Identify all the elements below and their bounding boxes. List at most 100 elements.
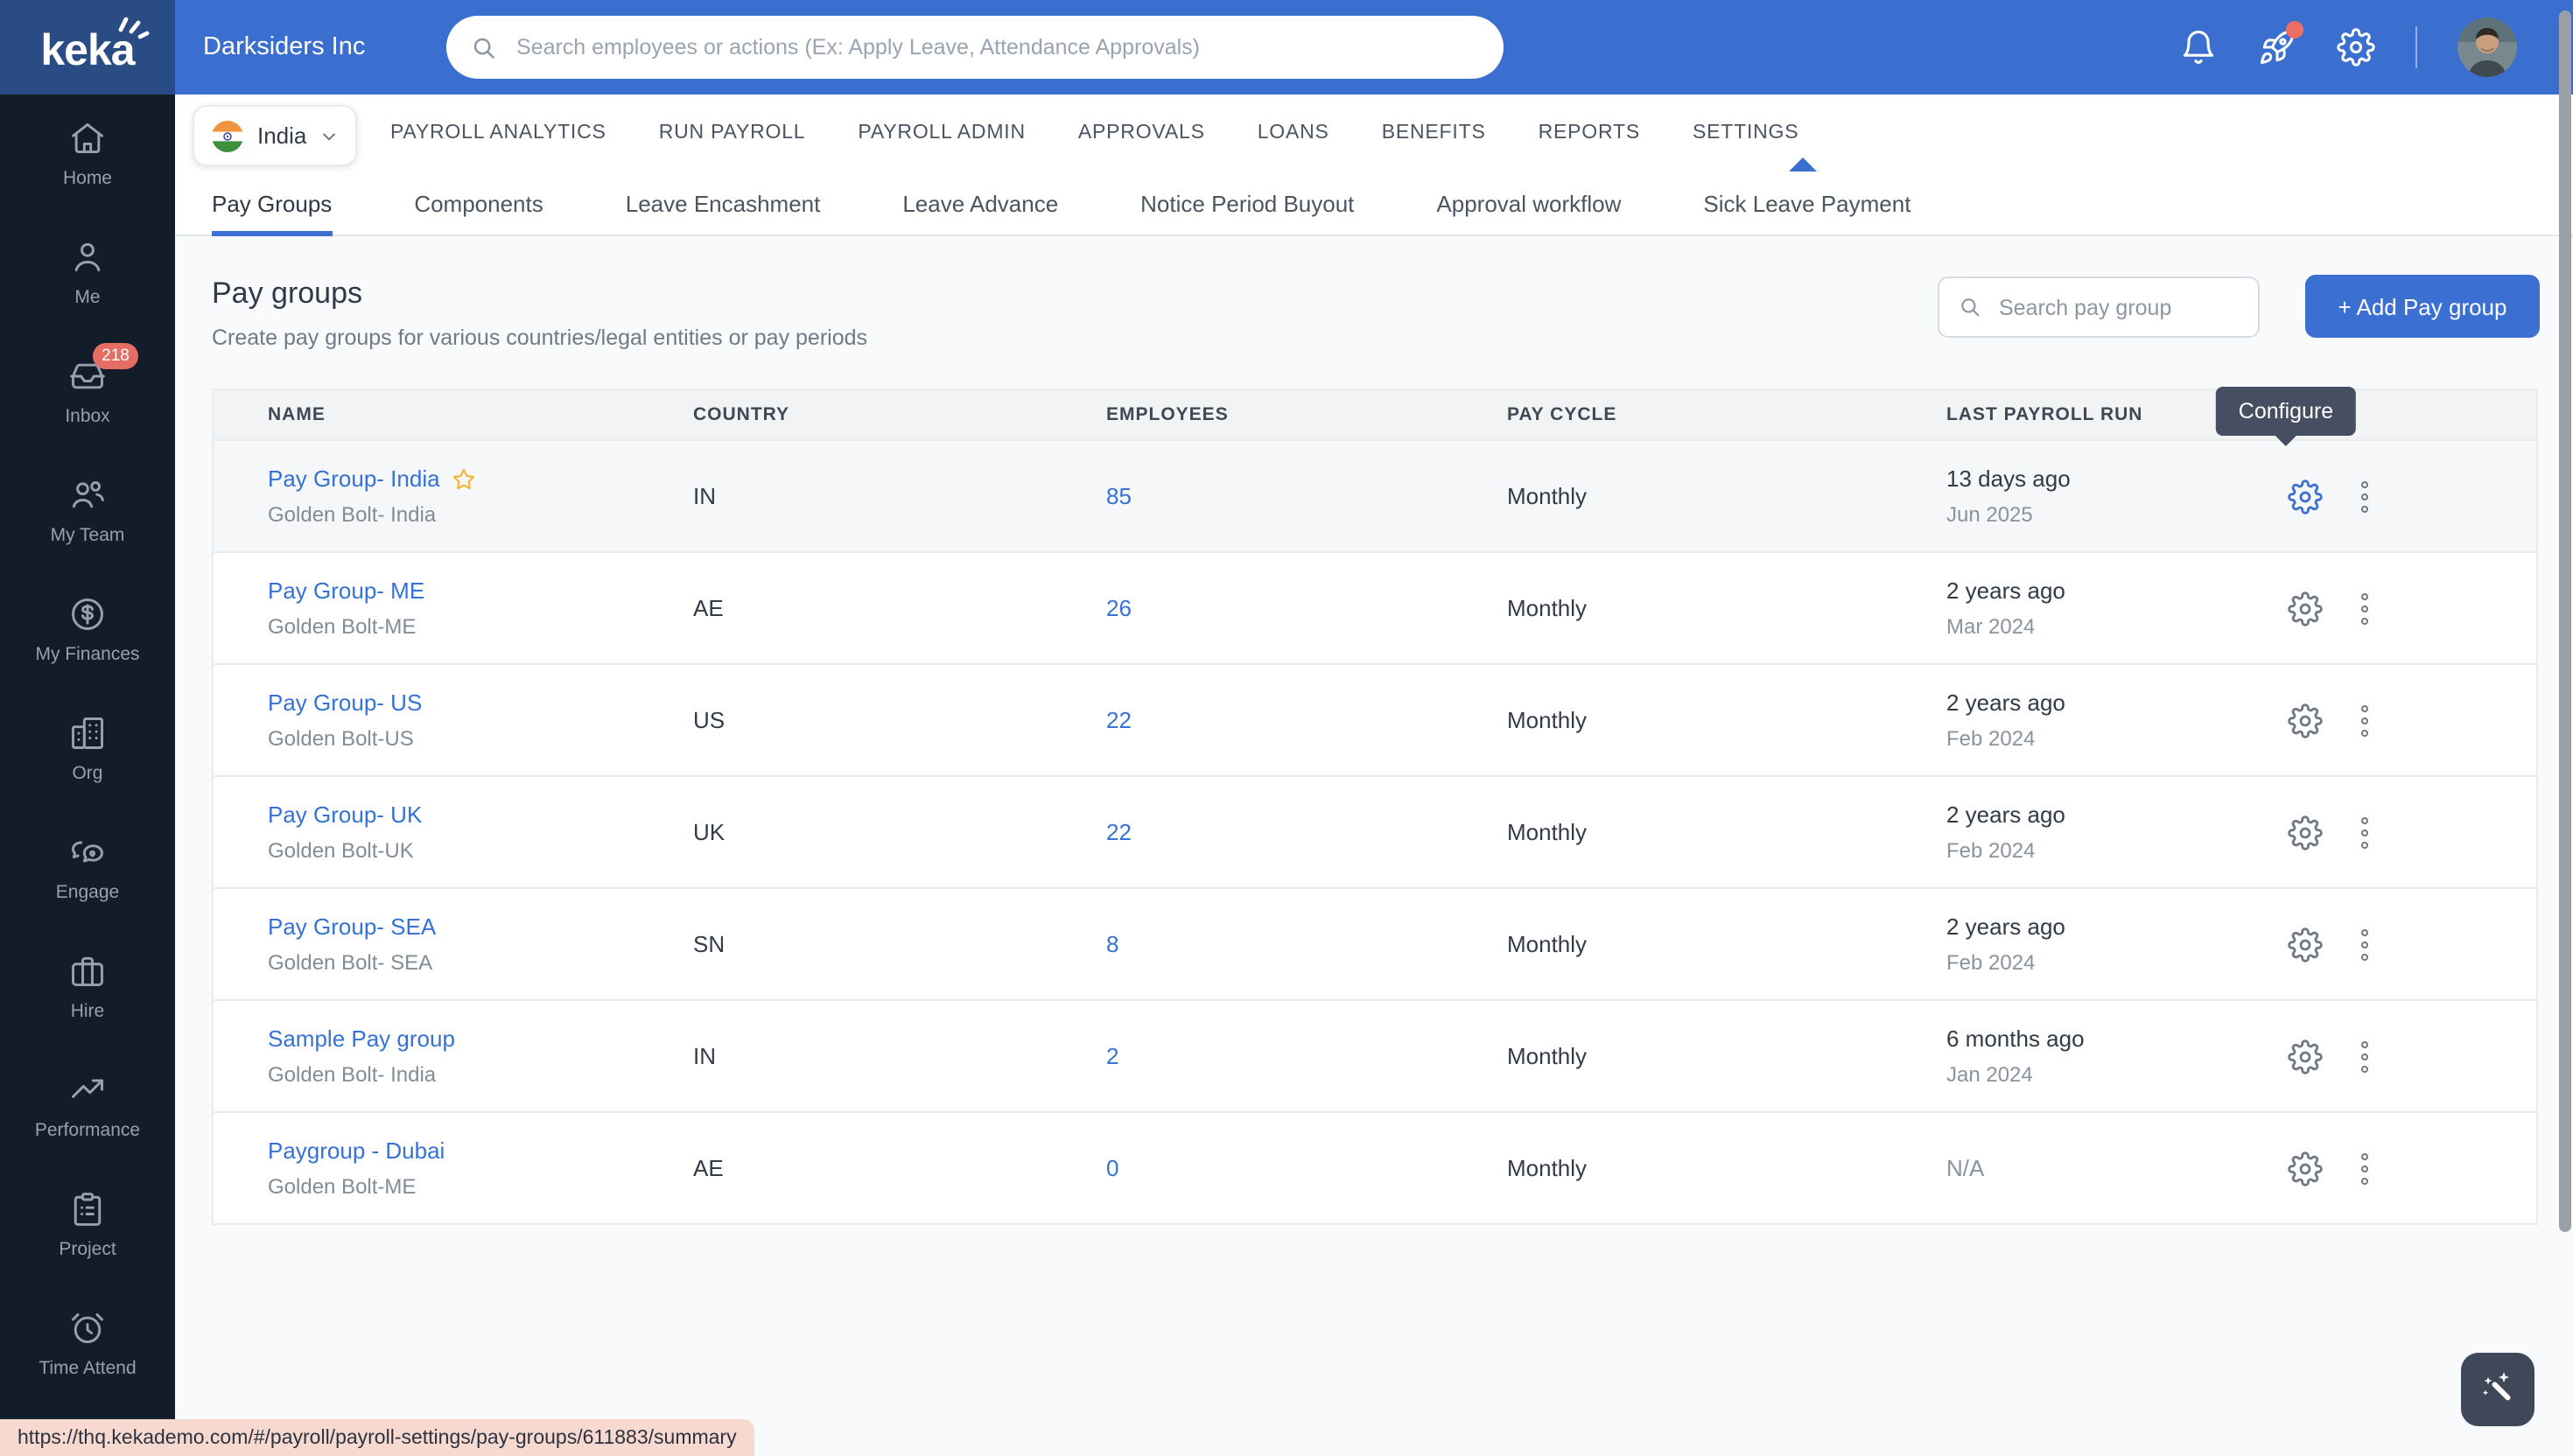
row-menu-button[interactable]: [2352, 816, 2377, 848]
legal-entity: Golden Bolt-US: [268, 726, 693, 751]
subtab-sick-leave-payment[interactable]: Sick Leave Payment: [1703, 171, 1910, 235]
last-payroll-run-cell: 2 years agoFeb 2024: [1946, 914, 2288, 975]
employees-count-link[interactable]: 22: [1106, 818, 1132, 844]
sidebar-item-org[interactable]: Org: [0, 690, 175, 808]
gear-icon: [2288, 479, 2323, 514]
legal-entity: Golden Bolt- India: [268, 1062, 693, 1087]
row-actions: [2288, 1151, 2536, 1186]
alarm-clock-icon: [68, 1309, 107, 1348]
sidebar-label: My Finances: [35, 644, 139, 665]
pay-group-search-input[interactable]: [1995, 293, 2239, 321]
global-search-input[interactable]: [513, 33, 1479, 61]
pay-group-link[interactable]: Pay Group- SEA: [268, 914, 436, 940]
row-menu-button[interactable]: [2352, 1152, 2377, 1184]
country-cell: IN: [693, 1043, 1106, 1069]
table-header-row: NAME COUNTRY EMPLOYEES PAY CYCLE LAST PA…: [214, 390, 2536, 439]
employees-count-link[interactable]: 2: [1106, 1042, 1118, 1068]
row-menu-button[interactable]: [2352, 480, 2377, 512]
country-cell: UK: [693, 819, 1106, 845]
pay-group-link[interactable]: Pay Group- UK: [268, 802, 422, 828]
tab-settings[interactable]: SETTINGS: [1693, 122, 1798, 144]
inbox-count-badge: 218: [93, 343, 138, 369]
subtab-leave-encashment[interactable]: Leave Encashment: [626, 171, 821, 235]
subtab-notice-period-buyout[interactable]: Notice Period Buyout: [1140, 171, 1354, 235]
user-avatar[interactable]: [2457, 18, 2517, 77]
employees-count-link[interactable]: 22: [1106, 706, 1132, 732]
pay-group-link[interactable]: Pay Group- ME: [268, 578, 424, 604]
employees-count-link[interactable]: 8: [1106, 930, 1118, 956]
configure-button[interactable]: [2288, 703, 2323, 738]
subtab-approval-workflow[interactable]: Approval workflow: [1436, 171, 1621, 235]
sidebar-item-home[interactable]: Home: [0, 94, 175, 214]
tab-payroll-admin[interactable]: PAYROLL ADMIN: [858, 122, 1025, 144]
country-selector[interactable]: India: [193, 105, 357, 166]
pay-group-search[interactable]: [1938, 276, 2260, 338]
tab-loans[interactable]: LOANS: [1258, 122, 1329, 144]
subtab-pay-groups[interactable]: Pay Groups: [212, 171, 332, 235]
rocket-notification-dot: [2286, 21, 2303, 38]
pay-cycle-cell: Monthly: [1507, 819, 1946, 845]
sidebar-label: My Team: [51, 525, 125, 546]
pay-group-link[interactable]: Pay Group- India: [268, 466, 440, 492]
pay-group-link[interactable]: Pay Group- US: [268, 690, 422, 716]
employees-count-link[interactable]: 0: [1106, 1154, 1118, 1180]
sidebar-item-me[interactable]: Me: [0, 214, 175, 332]
table-row: Pay Group- US Golden Bolt-US US 22 Month…: [214, 663, 2536, 775]
row-actions: [2288, 703, 2536, 738]
link-status-bar: https://thq.kekademo.com/#/payroll/payro…: [0, 1419, 754, 1456]
trending-up-icon: [68, 1071, 107, 1110]
employees-count-link[interactable]: 26: [1106, 594, 1132, 620]
sidebar-item-engage[interactable]: Engage: [0, 808, 175, 928]
last-payroll-run-cell: 6 months agoJan 2024: [1946, 1026, 2288, 1087]
favorite-star-icon[interactable]: [452, 466, 477, 491]
global-search[interactable]: [446, 16, 1504, 79]
row-menu-button[interactable]: [2352, 928, 2377, 960]
tab-payroll-analytics[interactable]: PAYROLL ANALYTICS: [390, 122, 606, 144]
sidebar-item-project[interactable]: Project: [0, 1166, 175, 1284]
gear-icon: [2288, 815, 2323, 850]
notifications-bell-button[interactable]: [2179, 28, 2218, 66]
sidebar-label: Engage: [56, 882, 119, 903]
employees-count-link[interactable]: 85: [1106, 482, 1132, 508]
tab-approvals[interactable]: APPROVALS: [1078, 122, 1205, 144]
payroll-nav-tabs: PAYROLL ANALYTICS RUN PAYROLL PAYROLL AD…: [390, 94, 1798, 172]
sidebar-item-my-finances[interactable]: My Finances: [0, 570, 175, 690]
sidebar-item-time-attend[interactable]: Time Attend: [0, 1284, 175, 1404]
tab-benefits[interactable]: BENEFITS: [1382, 122, 1486, 144]
global-settings-button[interactable]: [2337, 28, 2375, 66]
configure-button[interactable]: [2288, 815, 2323, 850]
sidebar-label: Project: [59, 1239, 116, 1260]
sidebar-item-hire[interactable]: Hire: [0, 928, 175, 1046]
configure-button[interactable]: [2288, 479, 2323, 514]
sidebar-label: Me: [74, 287, 100, 308]
whats-new-rocket-button[interactable]: [2258, 28, 2296, 66]
add-pay-group-button[interactable]: + Add Pay group: [2305, 275, 2540, 338]
keka-logo[interactable]: keka: [0, 0, 175, 94]
building-icon: [68, 714, 107, 752]
row-menu-button[interactable]: [2352, 704, 2377, 736]
configure-button[interactable]: [2288, 1151, 2323, 1186]
pay-groups-table: NAME COUNTRY EMPLOYEES PAY CYCLE LAST PA…: [212, 388, 2538, 1225]
sidebar-item-performance[interactable]: Performance: [0, 1046, 175, 1166]
configure-button[interactable]: [2288, 1039, 2323, 1074]
pay-group-link[interactable]: Sample Pay group: [268, 1026, 455, 1052]
sidebar-item-inbox[interactable]: 218Inbox: [0, 332, 175, 452]
configure-button[interactable]: [2288, 927, 2323, 962]
subtab-components[interactable]: Components: [414, 171, 543, 235]
vertical-scrollbar-thumb[interactable]: [2559, 10, 2571, 1232]
configure-button[interactable]: [2288, 591, 2323, 626]
subtab-leave-advance[interactable]: Leave Advance: [902, 171, 1058, 235]
assistant-wand-button[interactable]: [2461, 1353, 2534, 1426]
tab-reports[interactable]: REPORTS: [1539, 122, 1640, 144]
sidebar-item-my-team[interactable]: My Team: [0, 452, 175, 570]
tab-run-payroll[interactable]: RUN PAYROLL: [659, 122, 806, 144]
row-menu-button[interactable]: [2352, 1040, 2377, 1072]
row-menu-button[interactable]: [2352, 592, 2377, 624]
row-actions: [2288, 1039, 2536, 1074]
row-actions: [2288, 479, 2536, 514]
row-actions: [2288, 815, 2536, 850]
sidebar: Home Me 218Inbox My Team My Finances Org…: [0, 94, 175, 1456]
column-header-name: NAME: [214, 404, 693, 425]
name-cell: Pay Group- India Golden Bolt- India: [214, 466, 693, 527]
pay-group-link[interactable]: Paygroup - Dubai: [268, 1138, 445, 1164]
